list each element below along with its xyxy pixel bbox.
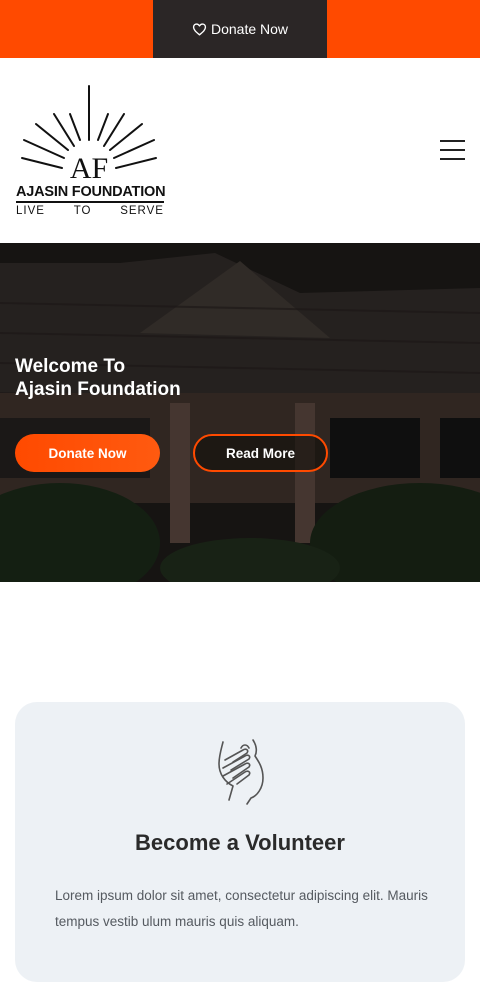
tagline-word: TO bbox=[73, 205, 92, 217]
site-header: AF AJASIN FOUNDATION LIVE TO SERVE bbox=[0, 58, 480, 243]
tagline-word: SERVE bbox=[120, 205, 164, 217]
volunteer-title: Become a Volunteer bbox=[135, 830, 345, 855]
helping-hands-icon bbox=[218, 739, 264, 805]
hero-overlay bbox=[0, 243, 480, 582]
logo-tagline: LIVE TO SERVE bbox=[16, 205, 164, 217]
logo-monogram: AF bbox=[70, 152, 108, 184]
tagline-word: LIVE bbox=[16, 205, 45, 217]
topbar-donate-label: Donate Now bbox=[210, 21, 289, 37]
heart-icon bbox=[192, 22, 207, 35]
hero-title-line2: Ajasin Foundation bbox=[15, 379, 181, 400]
logo-sunburst-icon: AF bbox=[21, 85, 157, 184]
hero-banner: Welcome To Ajasin Foundation Donate Now … bbox=[0, 243, 480, 582]
topbar-donate-button[interactable]: Donate Now bbox=[153, 0, 327, 58]
logo[interactable]: AF AJASIN FOUNDATION LIVE TO SERVE bbox=[14, 84, 166, 220]
hero-donate-button[interactable]: Donate Now bbox=[15, 434, 160, 472]
logo-name: AJASIN FOUNDATION bbox=[16, 184, 166, 200]
hero-read-more-button[interactable]: Read More bbox=[193, 434, 328, 472]
hamburger-icon[interactable] bbox=[440, 140, 466, 162]
logo-divider bbox=[16, 201, 164, 203]
volunteer-description: Lorem ipsum dolor sit amet, consectetur … bbox=[55, 888, 428, 929]
hero-title-line1: Welcome To bbox=[15, 356, 126, 377]
hero-title: Welcome To Ajasin Foundation bbox=[15, 355, 315, 401]
volunteer-card: Become a Volunteer Lorem ipsum dolor sit… bbox=[15, 702, 465, 982]
top-bar: Donate Now bbox=[0, 0, 480, 58]
